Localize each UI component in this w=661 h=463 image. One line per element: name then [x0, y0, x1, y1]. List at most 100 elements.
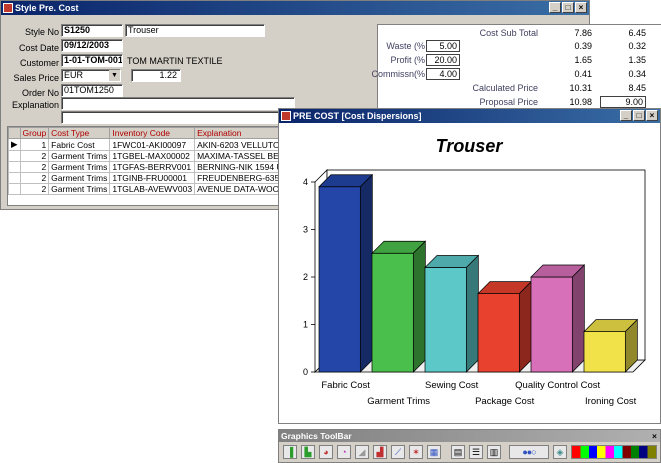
grid-cell[interactable]: 2 — [19, 150, 50, 162]
grid-cell[interactable]: Garment Trims — [48, 161, 111, 173]
bar-chart-icon[interactable]: ▐ — [283, 445, 297, 459]
grid-cell[interactable]: Garment Trims — [48, 183, 111, 195]
x-tick-label: Garment Trims — [367, 396, 430, 407]
commission-value-1: 0.41 — [574, 69, 592, 79]
grid-cell[interactable]: 2 — [19, 172, 50, 184]
donut-chart-icon[interactable]: ◔ — [337, 445, 351, 459]
waste-label: Waste (% — [386, 41, 425, 51]
grid-cell[interactable]: Garment Trims — [48, 150, 111, 162]
row-selector-icon[interactable]: ▶ — [8, 138, 21, 151]
explanation-field[interactable] — [61, 97, 295, 110]
grid-cell[interactable]: Garment Trims — [48, 172, 111, 184]
x-tick-label: Fabric Cost — [321, 380, 370, 391]
commission-value-2: 0.34 — [628, 69, 646, 79]
line-chart-icon[interactable]: ⟋ — [391, 445, 405, 459]
grid-header-inventory-code[interactable]: Inventory Code — [109, 127, 196, 139]
commission-pct-field[interactable]: 4.00 — [426, 68, 460, 80]
close-button[interactable]: × — [575, 2, 587, 13]
row-selector[interactable] — [8, 172, 21, 184]
vertical-bars-icon[interactable]: ▥ — [487, 445, 501, 459]
calculated-price-value-2: 8.45 — [628, 83, 646, 93]
proposal-price-value-1: 10.98 — [569, 97, 592, 107]
chart-window-title: PRE COST [Cost Dispersions] — [293, 111, 422, 121]
explanation-field-2[interactable] — [61, 111, 295, 124]
stacked-bar-icon[interactable]: ▙ — [301, 445, 315, 459]
grid-cell[interactable]: 1TGLAB-AVEWV003 — [109, 183, 196, 195]
graphics-toolbar: Graphics ToolBar × ▐ ▙ ◕ ◔ ◢ ▟ ⟋ ✶ ▦ ▤ ☰… — [278, 429, 661, 463]
3d-chart-icon[interactable]: ▦ — [427, 445, 441, 459]
table-row[interactable]: 2 Garment Trims 1TGLAB-AVEWV003 AVENUE D… — [8, 183, 306, 195]
grid-cell[interactable]: 2 — [19, 183, 50, 195]
row-selector[interactable] — [8, 161, 21, 173]
chart-titlebar[interactable]: PRE COST [Cost Dispersions] _ □ × — [279, 109, 660, 123]
waste-pct-field[interactable]: 5.00 — [426, 40, 460, 52]
toolbar-titlebar[interactable]: Graphics ToolBar × — [279, 430, 660, 442]
column-chart-icon[interactable]: ▟ — [373, 445, 387, 459]
grid-cell[interactable]: 1TGINB-FRU00001 — [109, 172, 196, 184]
cost-subtotal-value-1: 7.86 — [574, 28, 592, 38]
area-chart-icon[interactable]: ◢ — [355, 445, 369, 459]
calculated-price-row: Calculated Price 10.31 8.45 — [378, 82, 661, 95]
pie-chart-icon[interactable]: ◕ — [319, 445, 333, 459]
radar-chart-icon[interactable]: ✶ — [409, 445, 423, 459]
grid-cell[interactable]: 1 — [19, 138, 50, 151]
chart-minimize-button[interactable]: _ — [620, 110, 632, 121]
cost-bar-chart: Trouser 0 1 2 3 4 Fabric Cost Garment Trims Sew… — [303, 136, 646, 407]
grid-header-cost-type[interactable]: Cost Type — [48, 127, 111, 139]
form-titlebar[interactable]: Style Pre. Cost _ □ × — [1, 1, 589, 15]
grid-cell[interactable]: 1FWC01-AKI00097 — [109, 138, 196, 151]
grid-cell[interactable]: 2 — [19, 161, 50, 173]
rate-field[interactable]: 1.22 — [131, 69, 181, 82]
commission-row: Commissn(% 4.00 0.41 0.34 — [371, 68, 661, 81]
minimize-button[interactable]: _ — [549, 2, 561, 13]
3d-toggle-icon[interactable]: ◈ — [553, 445, 567, 459]
grid-cell[interactable]: 1TGBEL-MAX00002 — [109, 150, 196, 162]
cost-summary-panel: Cost Sub Total 7.86 6.45 Waste (% 5.00 0… — [371, 24, 661, 110]
app-icon — [3, 3, 13, 13]
y-tick-label: 4 — [303, 177, 308, 187]
color-palette-icon[interactable] — [571, 445, 657, 459]
chart-title: Trouser — [436, 136, 504, 156]
bar-side — [571, 264, 585, 373]
row-selector[interactable] — [8, 150, 21, 162]
customer-code-field[interactable]: 1-01-TOM-001 — [61, 54, 123, 67]
table-row[interactable]: 2 Garment Trims 1TGFAS-BERRV001 BERNING-… — [8, 161, 306, 173]
bar-side — [359, 173, 373, 373]
toolbar-close-icon[interactable]: × — [652, 430, 657, 442]
table-row[interactable]: ▶ 1 Fabric Cost 1FWC01-AKI00097 AKIN-620… — [8, 138, 306, 151]
y-tick-label: 2 — [303, 272, 308, 282]
style-name-field[interactable]: Trouser — [125, 24, 265, 37]
cost-items-grid[interactable]: Group Cost Type Inventory Code Explanati… — [7, 126, 307, 206]
horizontal-bars-icon[interactable]: ☰ — [469, 445, 483, 459]
form-title: Style Pre. Cost — [15, 3, 79, 13]
color-circles-icon[interactable]: ●●○ — [509, 445, 549, 459]
proposal-price-field[interactable]: 9.00 — [600, 96, 646, 108]
currency-select[interactable]: EUR ▼ — [61, 69, 121, 82]
cost-date-field[interactable]: 09/12/2003 — [61, 39, 123, 52]
cost-subtotal-label: Cost Sub Total — [479, 28, 538, 38]
order-no-field[interactable]: 01TOM1250 — [61, 84, 123, 97]
profit-pct-field[interactable]: 20.00 — [426, 54, 460, 66]
cost-dispersion-window: PRE COST [Cost Dispersions] _ □ × Trouse… — [278, 108, 661, 424]
grid-cell[interactable]: 1TGFAS-BERRV001 — [109, 161, 196, 173]
row-selector[interactable] — [8, 183, 21, 195]
cost-date-label: Cost Date — [18, 43, 59, 53]
grid-cell[interactable]: Fabric Cost — [48, 138, 111, 151]
table-row[interactable]: 2 Garment Trims 1TGINB-FRU00001 FREUDENB… — [8, 172, 306, 184]
bar-front — [477, 293, 520, 373]
table-row[interactable]: 2 Garment Trims 1TGBEL-MAX00002 MAXIMA-T… — [8, 150, 306, 162]
y-tick-label: 0 — [303, 367, 308, 377]
toolbar-title: Graphics ToolBar — [281, 431, 352, 441]
chart-close-button[interactable]: × — [646, 110, 658, 121]
profit-value-1: 1.65 — [574, 55, 592, 65]
maximize-button[interactable]: □ — [562, 2, 574, 13]
grid-header-group[interactable]: Group — [19, 127, 50, 139]
grid-lines-icon[interactable]: ▤ — [451, 445, 465, 459]
style-no-field[interactable]: S1250 — [61, 24, 123, 37]
chevron-down-icon[interactable]: ▼ — [109, 70, 120, 81]
x-tick-label: Package Cost — [475, 396, 535, 407]
sales-price-label: Sales Price — [13, 73, 59, 83]
chart-maximize-button[interactable]: □ — [633, 110, 645, 121]
order-no-label: Order No — [21, 88, 59, 98]
customer-name: TOM MARTIN TEXTILE — [127, 56, 223, 66]
